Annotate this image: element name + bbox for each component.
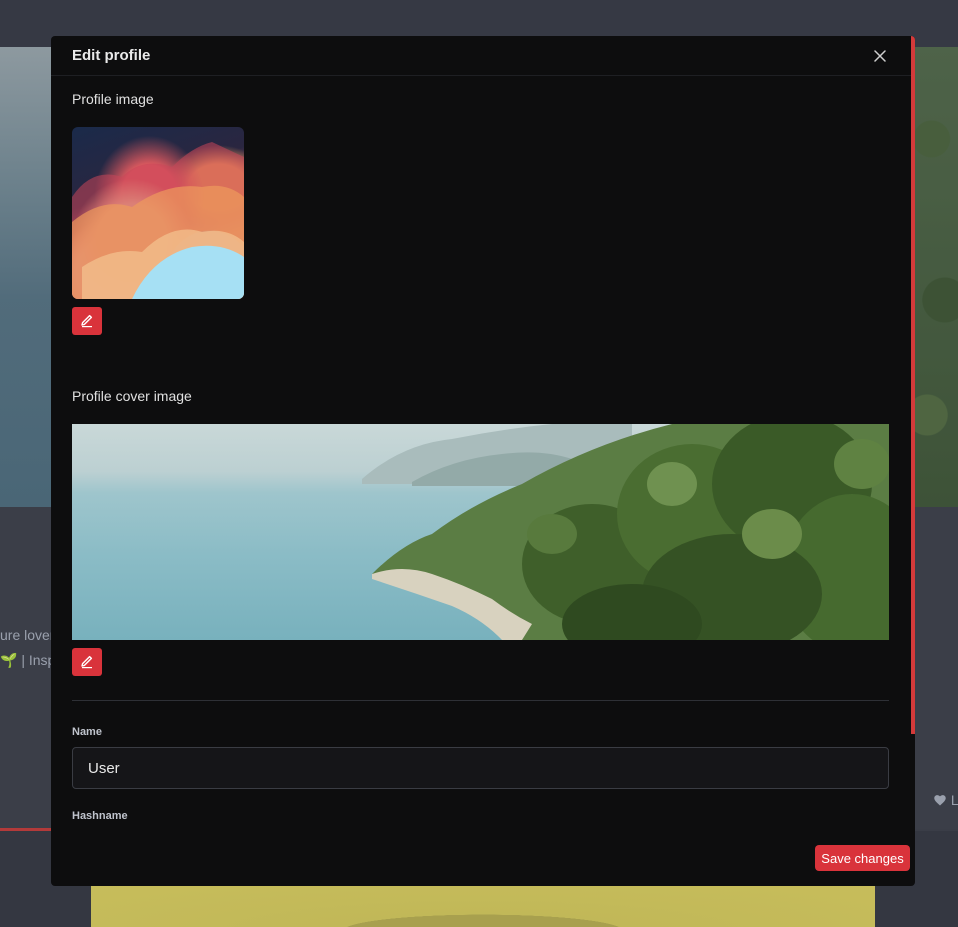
heart-icon	[934, 795, 946, 806]
name-label: Name	[72, 726, 102, 738]
name-input[interactable]	[72, 747, 889, 789]
background-cover-image-right	[914, 47, 958, 507]
modal-header: Edit profile	[51, 36, 915, 76]
save-changes-button[interactable]: Save changes	[815, 845, 910, 871]
seedling-icon: 🌱	[0, 652, 18, 668]
profile-image	[72, 127, 244, 299]
edit-cover-image-button[interactable]	[72, 648, 102, 676]
close-icon	[874, 50, 886, 62]
section-divider	[72, 700, 889, 701]
profile-image-label: Profile image	[72, 91, 154, 107]
background-like-button: L	[933, 792, 958, 808]
background-bio-line: 🌱 | Inspi	[0, 652, 58, 669]
modal-scrollbar[interactable]	[911, 36, 915, 734]
edit-profile-modal: Edit profile Profile image Profile cover…	[51, 36, 915, 886]
background-post-image	[91, 885, 875, 927]
edit-profile-image-button[interactable]	[72, 307, 102, 335]
close-button[interactable]	[870, 46, 890, 66]
hashname-label: Hashname	[72, 810, 128, 822]
modal-title: Edit profile	[72, 47, 151, 64]
background-bio-line: ure lover	[0, 627, 55, 643]
background-cover-image-left	[0, 47, 52, 507]
cover-image-label: Profile cover image	[72, 388, 192, 404]
like-label: L	[950, 792, 958, 808]
pencil-icon	[81, 655, 93, 669]
pencil-icon	[81, 314, 93, 328]
cover-image	[72, 424, 889, 640]
